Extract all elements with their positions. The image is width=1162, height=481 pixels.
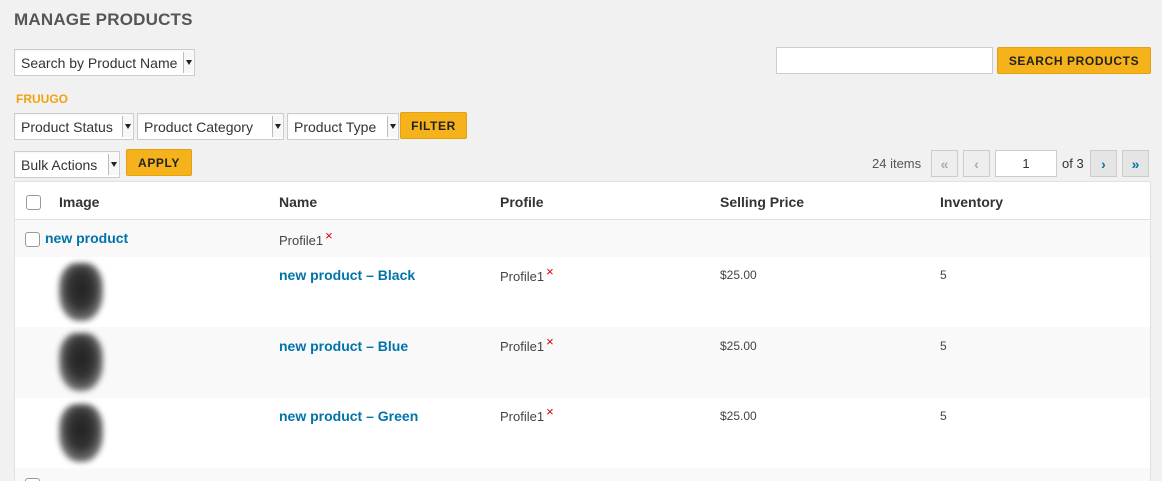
product-category-select[interactable]: Product Category bbox=[137, 113, 284, 140]
table-row: new product – Blue Profile1 × $25.00 5 bbox=[15, 327, 1150, 398]
column-header-name[interactable]: Name bbox=[279, 194, 317, 210]
vendor-label: FRUUGO bbox=[16, 92, 68, 106]
column-header-image[interactable]: Image bbox=[59, 194, 99, 210]
profile-name: Profile1 bbox=[500, 269, 545, 284]
product-name-link[interactable]: new product – Blue bbox=[279, 338, 408, 354]
product-name-link[interactable]: new product bbox=[45, 230, 128, 246]
items-count: 24 items bbox=[872, 156, 922, 171]
remove-profile-icon[interactable]: × bbox=[325, 228, 333, 243]
selling-price: $25.00 bbox=[720, 409, 757, 423]
selling-price: $25.00 bbox=[720, 268, 757, 282]
profile-name: Profile1 bbox=[500, 409, 545, 424]
product-type-select[interactable]: Product Type bbox=[287, 113, 399, 140]
column-header-inventory[interactable]: Inventory bbox=[940, 194, 1003, 210]
product-thumbnail bbox=[53, 259, 107, 327]
table-row: new product – Green Profile1 × $25.00 5 bbox=[15, 398, 1150, 468]
search-input[interactable] bbox=[776, 47, 993, 74]
table-row: new product Profile1 × bbox=[15, 220, 1150, 257]
chevron-down-icon bbox=[387, 116, 397, 137]
row-checkbox[interactable] bbox=[25, 232, 40, 247]
current-page-input[interactable]: 1 bbox=[995, 150, 1057, 177]
table-row: new product – Black Profile1 × $25.00 5 bbox=[15, 257, 1150, 327]
chevron-down-icon bbox=[183, 52, 193, 73]
search-products-button[interactable]: SEARCH PRODUCTS bbox=[997, 47, 1151, 74]
remove-profile-icon[interactable]: × bbox=[546, 334, 554, 349]
column-header-selling-price[interactable]: Selling Price bbox=[720, 194, 804, 210]
profile-cell: Profile1 × bbox=[500, 334, 554, 354]
remove-profile-icon[interactable]: × bbox=[546, 404, 554, 419]
selling-price: $25.00 bbox=[720, 339, 757, 353]
inventory: 5 bbox=[940, 409, 947, 423]
page-title: MANAGE PRODUCTS bbox=[14, 10, 193, 29]
total-pages: of 3 bbox=[1062, 156, 1084, 171]
product-status-label: Product Status bbox=[21, 118, 113, 135]
product-thumbnail bbox=[53, 329, 107, 397]
profile-name: Profile1 bbox=[500, 339, 545, 354]
prev-page-button[interactable]: ‹ bbox=[963, 150, 990, 177]
search-mode-select[interactable]: Search by Product Name bbox=[14, 49, 195, 76]
select-all-checkbox[interactable] bbox=[26, 195, 41, 210]
apply-button[interactable]: APPLY bbox=[126, 149, 192, 176]
last-page-button[interactable]: » bbox=[1122, 150, 1149, 177]
chevron-down-icon bbox=[108, 154, 118, 175]
inventory: 5 bbox=[940, 339, 947, 353]
bulk-actions-select[interactable]: Bulk Actions bbox=[14, 151, 120, 178]
search-mode-label: Search by Product Name bbox=[21, 54, 178, 71]
profile-cell: Profile1 × bbox=[279, 228, 333, 248]
table-row bbox=[15, 468, 1150, 481]
first-page-button[interactable]: « bbox=[931, 150, 958, 177]
product-status-select[interactable]: Product Status bbox=[14, 113, 134, 140]
profile-cell: Profile1 × bbox=[500, 264, 554, 284]
chevron-down-icon bbox=[122, 116, 132, 137]
products-table: Image Name Profile Selling Price Invento… bbox=[14, 181, 1151, 481]
bulk-actions-label: Bulk Actions bbox=[21, 156, 98, 173]
next-page-button[interactable]: › bbox=[1090, 150, 1117, 177]
product-category-label: Product Category bbox=[144, 118, 253, 135]
chevron-down-icon bbox=[272, 116, 282, 137]
profile-name: Profile1 bbox=[279, 233, 324, 248]
table-header: Image Name Profile Selling Price Invento… bbox=[15, 182, 1150, 220]
inventory: 5 bbox=[940, 268, 947, 282]
product-name-link[interactable]: new product – Green bbox=[279, 408, 418, 424]
product-type-label: Product Type bbox=[294, 118, 377, 135]
remove-profile-icon[interactable]: × bbox=[546, 264, 554, 279]
filter-button[interactable]: FILTER bbox=[400, 112, 467, 139]
product-thumbnail bbox=[53, 400, 107, 468]
profile-cell: Profile1 × bbox=[500, 404, 554, 424]
column-header-profile[interactable]: Profile bbox=[500, 194, 544, 210]
product-name-link[interactable]: new product – Black bbox=[279, 267, 415, 283]
